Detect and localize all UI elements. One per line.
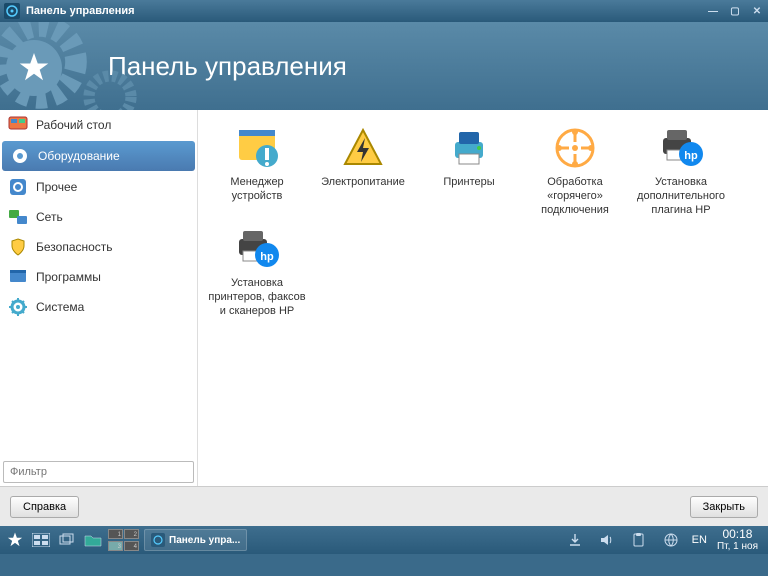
maximize-button[interactable]: ▢ <box>728 4 742 18</box>
category-sidebar: Рабочий стол Оборудование Прочее Сеть Безопа… <box>0 110 198 486</box>
window-titlebar: Панель управления — ▢ ✕ <box>0 0 768 22</box>
hardware-icon <box>10 146 30 166</box>
filter-input[interactable] <box>3 461 194 483</box>
window-title: Панель управления <box>26 5 135 17</box>
windows-overview-button[interactable] <box>56 529 78 551</box>
network-icon[interactable] <box>660 529 682 551</box>
hotplug-icon <box>551 124 599 172</box>
sidebar-item-label: Сеть <box>36 210 63 224</box>
start-menu-button[interactable] <box>4 529 26 551</box>
printers-icon <box>445 124 493 172</box>
star-badge-icon <box>6 40 62 96</box>
grid-item-label: Менеджер устройств <box>206 176 308 204</box>
other-icon <box>8 177 28 197</box>
sidebar-item-hardware[interactable]: Оборудование <box>2 141 195 171</box>
updates-icon[interactable] <box>564 529 586 551</box>
grid-item-device-manager[interactable]: Менеджер устройств <box>206 124 308 217</box>
svg-text:hp: hp <box>260 251 274 263</box>
settings-icon <box>151 533 165 547</box>
sidebar-item-label: Прочее <box>36 180 77 194</box>
dialog-button-bar: Справка Закрыть <box>0 486 768 526</box>
grid-item-hotplug[interactable]: Обработка «горячего» подключения <box>524 124 626 217</box>
taskbar-app-label: Панель упра... <box>169 535 240 546</box>
grid-item-label: Установка дополнительного плагина HP <box>630 176 732 217</box>
network-icon <box>8 207 28 227</box>
keyboard-layout-indicator[interactable]: EN <box>692 534 707 546</box>
close-button[interactable]: Закрыть <box>690 496 758 518</box>
grid-item-label: Принтеры <box>443 176 494 190</box>
taskbar: 1234 Панель упра... EN 00:18 Пт, 1 ноя <box>0 526 768 554</box>
clock-time: 00:18 <box>717 528 758 541</box>
system-icon <box>8 297 28 317</box>
close-window-button[interactable]: ✕ <box>750 4 764 18</box>
workspace-pager[interactable]: 1234 <box>108 529 140 551</box>
sidebar-item-label: Безопасность <box>36 240 113 254</box>
help-button[interactable]: Справка <box>10 496 79 518</box>
security-icon <box>8 237 28 257</box>
hp-plugin-icon: hp <box>657 124 705 172</box>
sidebar-item-desktop[interactable]: Рабочий стол <box>0 110 197 140</box>
sidebar-item-other[interactable]: Прочее <box>0 172 197 202</box>
hp-setup-icon: hp <box>233 225 281 273</box>
header-banner: Панель управления <box>0 22 768 110</box>
svg-text:hp: hp <box>684 150 698 162</box>
grid-item-hp-setup[interactable]: hp Установка принтеров, факсов и сканеров… <box>206 225 308 318</box>
desktop-icon <box>8 115 28 135</box>
sidebar-item-system[interactable]: Система <box>0 292 197 322</box>
sidebar-item-label: Оборудование <box>38 149 120 163</box>
settings-grid: Менеджер устройств Электропитание Принтеры… <box>198 110 768 486</box>
gear-decoration-icon <box>75 62 145 110</box>
file-manager-button[interactable] <box>82 529 104 551</box>
show-desktop-button[interactable] <box>30 529 52 551</box>
sidebar-item-network[interactable]: Сеть <box>0 202 197 232</box>
grid-item-power[interactable]: Электропитание <box>312 124 414 217</box>
programs-icon <box>8 267 28 287</box>
clipboard-icon[interactable] <box>628 529 650 551</box>
grid-item-printers[interactable]: Принтеры <box>418 124 520 217</box>
grid-item-label: Электропитание <box>321 176 405 190</box>
taskbar-app-button[interactable]: Панель упра... <box>144 529 247 551</box>
minimize-button[interactable]: — <box>706 4 720 18</box>
clock-date: Пт, 1 ноя <box>717 541 758 552</box>
system-tray: EN 00:18 Пт, 1 ноя <box>564 528 764 552</box>
sidebar-item-security[interactable]: Безопасность <box>0 232 197 262</box>
grid-item-hp-plugin[interactable]: hp Установка дополнительного плагина HP <box>630 124 732 217</box>
window-icon <box>4 3 20 19</box>
power-icon <box>339 124 387 172</box>
sidebar-item-label: Система <box>36 300 84 314</box>
grid-item-label: Обработка «горячего» подключения <box>524 176 626 217</box>
sidebar-item-label: Программы <box>36 270 101 284</box>
device-manager-icon <box>233 124 281 172</box>
volume-icon[interactable] <box>596 529 618 551</box>
clock[interactable]: 00:18 Пт, 1 ноя <box>717 528 758 552</box>
sidebar-item-programs[interactable]: Программы <box>0 262 197 292</box>
grid-item-label: Установка принтеров, факсов и сканеров H… <box>206 277 308 318</box>
sidebar-item-label: Рабочий стол <box>36 118 111 132</box>
